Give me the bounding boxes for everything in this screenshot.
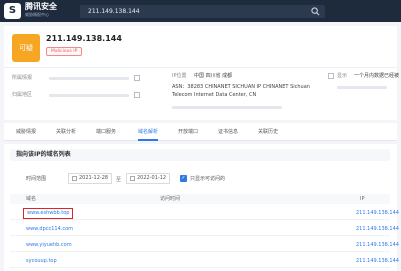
field-label: 所属情报 xyxy=(12,75,33,81)
brand-logo-icon[interactable]: S xyxy=(4,3,21,19)
domain-link[interactable]: sycouup.top xyxy=(26,258,57,265)
checkbox[interactable] xyxy=(328,73,334,79)
calendar-icon xyxy=(72,176,77,181)
tab-threat-intel[interactable]: 威胁情报 xyxy=(16,123,36,141)
ip-location-value: 中国 四川省 成都 xyxy=(194,73,233,79)
tab-bar: 威胁情报 关联分析 端口服务 域名解析 开放端口 证书信息 关联历史 xyxy=(4,123,397,141)
calendar-icon xyxy=(130,176,135,181)
ip-link[interactable]: 211.149.138.144 xyxy=(356,242,399,249)
value-placeholder xyxy=(337,86,387,89)
display-value: 一个月内数据已经被 xyxy=(354,73,400,79)
date-separator: 至 xyxy=(116,177,122,183)
tab-history[interactable]: 关联历史 xyxy=(258,123,278,141)
domain-list-panel: 指向该IP的域名列表 时间范围 2021-12-28 至 2022-01-12 … xyxy=(4,144,399,271)
time-range-label: 时间范围 xyxy=(26,176,47,182)
ip-location-label: IP位置 xyxy=(172,73,187,79)
value-placeholder xyxy=(172,106,282,109)
brand-subtitle: 威胁情报中心 xyxy=(25,12,49,17)
checkbox-label: 只显示可访问的 xyxy=(190,176,226,182)
search-input[interactable]: 211.149.138.144 xyxy=(80,5,325,18)
domain-link[interactable]: www.yiyuehb.com xyxy=(26,242,72,249)
ip-link[interactable]: 211.149.138.144 xyxy=(356,210,399,217)
date-from-input[interactable]: 2021-12-28 xyxy=(68,173,112,184)
tab-correlation[interactable]: 关联分析 xyxy=(56,123,76,141)
risk-badge: 可疑 xyxy=(12,34,40,62)
ip-summary-card: 可疑 211.149.138.144 Malicious IP 所属情报 归属地… xyxy=(4,26,400,120)
date-to-input[interactable]: 2022-01-12 xyxy=(126,173,170,184)
brand-name: 腾讯安全 xyxy=(25,2,57,11)
col-ip: IP xyxy=(360,196,365,202)
info-icon[interactable] xyxy=(134,75,140,81)
field-label: 归属地区 xyxy=(12,92,33,98)
panel-title: 指向该IP的域名列表 xyxy=(10,149,390,161)
domain-link[interactable]: www.eshwbb.top xyxy=(23,208,74,219)
table-row: www.yiyuehb.com 211.149.138.144 xyxy=(10,238,399,252)
top-navbar: S 腾讯安全 威胁情报中心 211.149.138.144 xyxy=(0,0,401,22)
col-time: 访问时间 xyxy=(160,196,181,202)
table-row: sycouup.top 211.149.138.144 xyxy=(10,254,399,268)
ip-link[interactable]: 211.149.138.144 xyxy=(356,226,399,233)
info-icon[interactable] xyxy=(134,92,140,98)
malicious-tag: Malicious IP xyxy=(46,47,83,56)
accessible-only-checkbox[interactable]: ✓ xyxy=(180,175,187,182)
ip-title: 211.149.138.144 xyxy=(46,34,122,43)
value-placeholder xyxy=(49,77,129,80)
ip-link[interactable]: 211.149.138.144 xyxy=(356,258,399,265)
divider xyxy=(4,67,397,68)
asn-value-cont: Telecom Internet Data Center, CN xyxy=(172,92,257,98)
date-to-value: 2022-01-12 xyxy=(137,175,167,181)
display-label: 显示 xyxy=(337,73,348,79)
search-icon[interactable] xyxy=(311,7,320,16)
date-from-value: 2021-12-28 xyxy=(79,175,109,181)
table-row: www.dpcc114.com 211.149.138.144 xyxy=(10,222,399,236)
search-input-value: 211.149.138.144 xyxy=(88,8,140,15)
table-header: 域名 访问时间 IP xyxy=(10,194,390,204)
tab-certificates[interactable]: 证书信息 xyxy=(218,123,238,141)
asn-value: ASN：38283 CHINANET SICHUAN IP CHINANET S… xyxy=(172,84,310,90)
col-domain: 域名 xyxy=(26,196,37,202)
tab-open-ports[interactable]: 开放端口 xyxy=(178,123,198,141)
table-row: www.eshwbb.top 211.149.138.144 xyxy=(10,206,399,220)
tab-port-service[interactable]: 端口服务 xyxy=(96,123,116,141)
domain-link[interactable]: www.dpcc114.com xyxy=(26,226,73,233)
value-placeholder xyxy=(49,94,129,97)
tab-domain-resolution[interactable]: 域名解析 xyxy=(138,123,159,141)
